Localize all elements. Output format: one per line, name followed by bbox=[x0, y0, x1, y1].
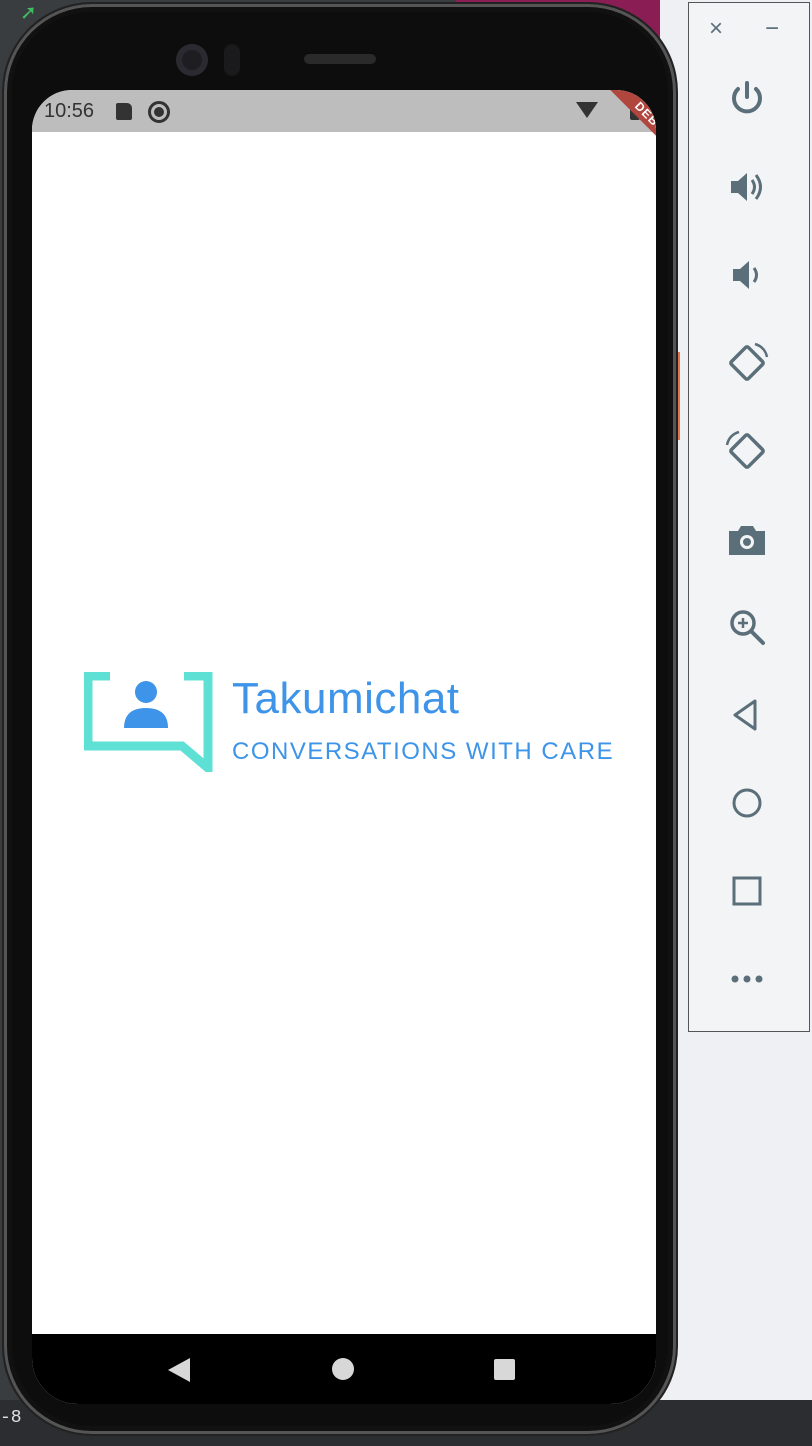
nav-home-icon[interactable] bbox=[332, 1358, 354, 1380]
navigation-bar bbox=[32, 1334, 656, 1404]
nav-recents-icon[interactable] bbox=[494, 1359, 515, 1380]
status-bar: 10:56 bbox=[32, 90, 656, 132]
corner-label: -8 bbox=[0, 1408, 22, 1428]
volume-down-icon bbox=[733, 261, 758, 289]
device-screen[interactable]: 10:56 DEBUG Takumichat CONVERSATIONS WIT… bbox=[32, 90, 656, 1404]
arrow-icon: ➚ bbox=[20, 2, 37, 24]
home-button[interactable] bbox=[725, 781, 769, 825]
more-icon bbox=[731, 975, 763, 983]
back-button[interactable] bbox=[725, 693, 769, 737]
rotate-right-button[interactable] bbox=[725, 429, 769, 473]
overview-button[interactable] bbox=[725, 869, 769, 913]
home-icon bbox=[732, 788, 762, 818]
back-icon bbox=[733, 699, 757, 731]
chat-person-logo-icon bbox=[84, 672, 213, 772]
more-button[interactable] bbox=[725, 957, 769, 1001]
volume-up-icon bbox=[731, 173, 762, 201]
volume-up-button[interactable] bbox=[725, 165, 769, 209]
emulator-device-frame: 10:56 DEBUG Takumichat CONVERSATIONS WIT… bbox=[4, 4, 676, 1434]
zoom-icon bbox=[730, 610, 765, 645]
earpiece-speaker bbox=[304, 54, 376, 64]
power-button[interactable] bbox=[725, 77, 769, 121]
proximity-sensor bbox=[224, 44, 240, 76]
volume-down-button[interactable] bbox=[725, 253, 769, 297]
zoom-button[interactable] bbox=[725, 605, 769, 649]
status-time: 10:56 bbox=[44, 100, 95, 122]
emulator-toolbar: × − bbox=[688, 2, 810, 1032]
nav-back-icon[interactable] bbox=[168, 1358, 190, 1382]
rotate-right-icon bbox=[725, 430, 765, 469]
screenshot-button[interactable] bbox=[725, 517, 769, 561]
app-tagline: CONVERSATIONS WITH CARE bbox=[232, 738, 615, 765]
sync-icon bbox=[148, 101, 170, 123]
app-title: Takumichat bbox=[232, 674, 460, 723]
wifi-icon bbox=[576, 102, 598, 118]
minimize-button[interactable]: − bbox=[765, 15, 779, 43]
overview-icon bbox=[732, 876, 762, 906]
camera-icon bbox=[729, 526, 765, 555]
power-icon bbox=[732, 81, 762, 114]
rotate-left-button[interactable] bbox=[725, 341, 769, 385]
sd-card-icon bbox=[116, 103, 132, 120]
rotate-left-icon bbox=[729, 342, 769, 381]
front-camera bbox=[176, 44, 208, 76]
close-button[interactable]: × bbox=[709, 15, 723, 43]
